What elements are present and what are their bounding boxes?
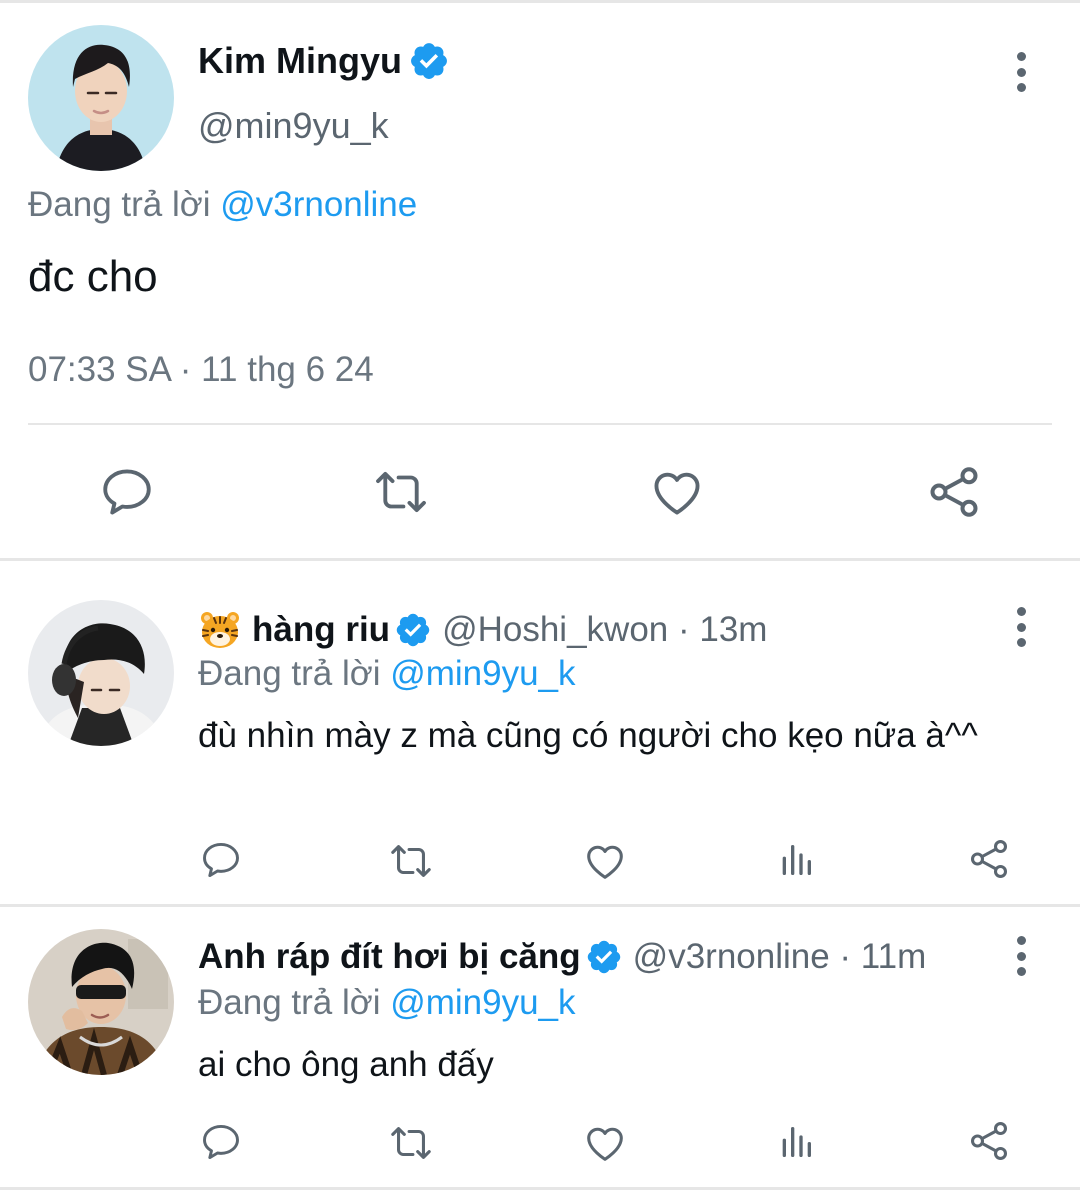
divider [0,558,1080,561]
retweet-icon[interactable] [388,1120,434,1166]
retweet-icon[interactable] [388,838,434,884]
author-name-row[interactable]: Kim Mingyu [198,40,450,82]
views-icon[interactable] [776,840,816,880]
more-options-icon[interactable] [1014,52,1028,92]
tweet-thread-screen: Kim Mingyu @min9yu_k Đang trả lời @v3rno… [0,0,1080,1192]
reply-text: ai cho ông anh đấy [198,1045,494,1084]
verified-badge-icon [394,611,432,649]
divider [28,423,1052,425]
reply-text: đù nhìn mày z mà cũng có người cho kẹo n… [198,716,978,755]
replying-prefix: Đang trả lời [198,654,381,693]
author-name[interactable]: Anh ráp đít hơi bị căng [198,937,581,977]
avatar[interactable] [28,600,174,746]
replying-to-line: Đang trả lời @v3rnonline [28,185,417,225]
reply-icon[interactable] [98,463,156,521]
reply-icon[interactable] [199,1120,243,1164]
tweet-timestamp: 07:33 SA · 11 thg 6 24 [28,350,374,389]
author-handle-time[interactable]: @Hoshi_kwon · 13m [442,610,767,650]
more-options-icon[interactable] [1014,607,1028,647]
views-icon[interactable] [776,1122,816,1162]
verified-badge-icon [408,40,450,82]
replying-prefix: Đang trả lời [198,983,381,1022]
like-icon[interactable] [582,838,628,884]
share-icon[interactable] [966,836,1012,882]
retweet-icon[interactable] [372,463,430,521]
author-handle[interactable]: @min9yu_k [198,105,389,147]
more-options-icon[interactable] [1014,936,1028,976]
tweet-text: đc cho [28,252,158,301]
like-icon[interactable] [648,463,706,521]
verified-badge-icon [585,938,623,976]
reply-icon[interactable] [199,838,243,882]
replying-prefix: Đang trả lời [28,185,211,224]
share-icon[interactable] [966,1118,1012,1164]
replying-to-mention[interactable]: @min9yu_k [390,983,575,1022]
author-handle-time[interactable]: @v3rnonline · 11m [633,937,927,977]
replying-to-mention[interactable]: @min9yu_k [390,654,575,693]
replying-to-line: Đang trả lời @min9yu_k [198,654,576,694]
share-icon[interactable] [924,462,984,522]
divider [0,904,1080,907]
tiger-emoji-icon [201,612,239,648]
author-name[interactable]: hàng riu [252,610,390,650]
replying-to-line: Đang trả lời @min9yu_k [198,983,576,1023]
reply-header: hàng riu @Hoshi_kwon · 13m [198,608,767,652]
author-name[interactable]: Kim Mingyu [198,40,402,82]
avatar[interactable] [28,25,174,171]
main-tweet: Kim Mingyu @min9yu_k Đang trả lời @v3rno… [0,0,1080,560]
avatar[interactable] [28,929,174,1075]
like-icon[interactable] [582,1120,628,1166]
reply-header: Anh ráp đít hơi bị căng @v3rnonline · 11… [198,937,926,977]
divider [0,1187,1080,1190]
replying-to-mention[interactable]: @v3rnonline [220,185,417,224]
